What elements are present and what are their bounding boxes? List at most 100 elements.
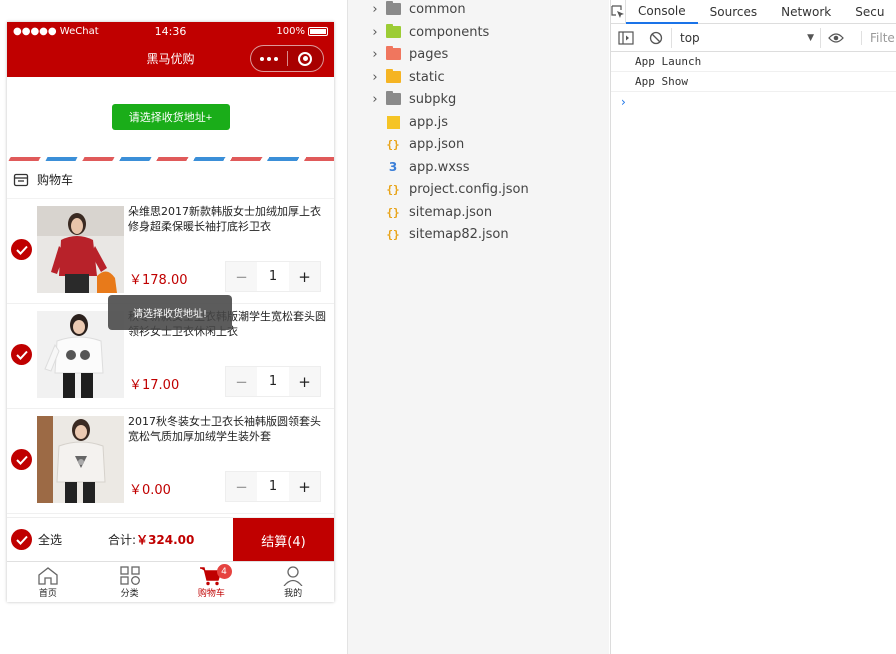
quantity-stepper: − 1 + [225, 366, 321, 397]
cart-item: 2017秋冬装女士卫衣长袖韩版圆领套头宽松气质加厚加绒学生装外套 ￥0.00 −… [7, 409, 334, 514]
tree-folder-pages[interactable]: › pages [348, 43, 448, 65]
live-expression-button[interactable] [821, 24, 851, 52]
tab-cart-label: 购物车 [197, 588, 225, 599]
choose-address-button[interactable]: 请选择收货地址+ [111, 104, 230, 130]
address-section: 请选择收货地址+ [7, 77, 334, 157]
devtools-tab-bar: Console Sources Network Secu [611, 0, 896, 24]
tree-label: app.js [409, 114, 448, 130]
chevron-right-icon: › [372, 1, 378, 17]
decrease-button[interactable]: − [226, 472, 257, 501]
product-price: ￥0.00 [129, 483, 171, 498]
decrease-button[interactable]: − [226, 367, 257, 396]
console-toolbar: top ▼ Filte [611, 24, 896, 52]
console-log-entry: App Launch [611, 52, 896, 72]
chevron-right-icon: › [372, 24, 378, 40]
check-icon [15, 455, 28, 465]
product-price: ￥17.00 [129, 378, 180, 393]
red-sweater-photo [37, 206, 124, 293]
product-thumbnail[interactable] [37, 416, 124, 503]
quantity-value[interactable]: 1 [257, 262, 289, 291]
folder-icon [384, 46, 402, 62]
cart-header: 购物车 [7, 161, 334, 199]
tree-file-project-config[interactable]: {} project.config.json [348, 178, 529, 200]
json-file-icon: {} [386, 227, 400, 241]
quantity-value[interactable]: 1 [257, 367, 289, 396]
checkout-button[interactable]: 结算(4) [233, 518, 334, 562]
increase-button[interactable]: + [289, 367, 320, 396]
tab-my[interactable]: 我的 [252, 562, 334, 602]
select-all-label[interactable]: 全选 [38, 531, 62, 548]
tab-network[interactable]: Network [769, 0, 843, 24]
tab-my-label: 我的 [284, 588, 303, 599]
quantity-stepper: − 1 + [225, 471, 321, 502]
folder-icon [384, 91, 402, 107]
home-icon [38, 566, 58, 585]
clear-console-button[interactable] [641, 24, 671, 52]
tab-console[interactable]: Console [626, 0, 698, 24]
settle-bar: 全选 合计:￥324.00 结算(4) [7, 517, 334, 562]
inspect-element-button[interactable] [611, 0, 626, 24]
product-name: 朵维思2017新款韩版女士加绒加厚上衣修身超柔保暖长袖打底衫卫衣 [128, 205, 321, 233]
tree-label: project.config.json [409, 181, 529, 197]
select-all-radio[interactable] [11, 529, 32, 550]
tree-label: app.wxss [409, 159, 470, 175]
item-select-radio[interactable] [11, 449, 32, 470]
decrease-button[interactable]: − [226, 262, 257, 291]
tab-cart[interactable]: 4 购物车 [171, 562, 253, 602]
check-icon [15, 535, 28, 545]
cart-badge: 4 [216, 564, 232, 579]
json-file-icon: {} [386, 182, 400, 196]
white-pattern-sweater-photo [37, 416, 124, 503]
increase-button[interactable]: + [289, 472, 320, 501]
total-label: 合计: [108, 533, 137, 547]
context-selector[interactable]: top ▼ [671, 27, 821, 48]
product-thumbnail[interactable] [37, 206, 124, 293]
tree-label: components [409, 24, 490, 40]
tree-file-app-js[interactable]: app.js [348, 111, 448, 133]
context-value: top [680, 30, 700, 45]
tab-sources[interactable]: Sources [698, 0, 769, 24]
quantity-value[interactable]: 1 [257, 472, 289, 501]
tree-file-app-json[interactable]: {} app.json [348, 133, 464, 155]
product-name: 2017秋冬装女士卫衣长袖韩版圆领套头宽松气质加厚加绒学生装外套 [128, 415, 321, 443]
status-time: 14:36 [154, 24, 187, 38]
folder-icon [384, 69, 402, 85]
toast-message: 请选择收货地址! [108, 295, 232, 330]
more-dots-icon [259, 56, 278, 61]
tree-file-app-wxss[interactable]: 3 app.wxss [348, 156, 470, 178]
tree-folder-common[interactable]: › common [348, 0, 466, 20]
chevron-right-icon: › [372, 46, 378, 62]
tab-home[interactable]: 首页 [7, 562, 89, 602]
css-file-icon: 3 [388, 160, 398, 174]
tree-folder-static[interactable]: › static [348, 66, 445, 88]
tab-category-label: 分类 [120, 588, 139, 599]
more-menu-button[interactable] [251, 46, 287, 71]
product-price: ￥178.00 [129, 273, 188, 288]
close-program-button[interactable] [288, 46, 324, 71]
tab-bar: 首页 分类 4 购物车 我的 [7, 561, 334, 602]
filter-input[interactable]: Filte [861, 30, 895, 45]
tree-folder-components[interactable]: › components [348, 21, 489, 43]
tree-file-sitemap[interactable]: {} sitemap.json [348, 201, 492, 223]
tree-label: sitemap.json [409, 204, 493, 220]
chevron-right-icon: › [372, 69, 378, 85]
tree-label: static [409, 69, 445, 85]
tab-category[interactable]: 分类 [89, 562, 171, 602]
item-select-radio[interactable] [11, 344, 32, 365]
user-icon [283, 565, 303, 586]
js-file-icon [384, 114, 402, 130]
tree-label: subpkg [409, 91, 457, 107]
tab-security[interactable]: Secu [843, 0, 896, 24]
page-title: 黑马优购 [146, 52, 195, 66]
total-amount: 合计:￥324.00 [108, 531, 194, 548]
increase-button[interactable]: + [289, 262, 320, 291]
toggle-sidebar-button[interactable] [611, 24, 641, 52]
tab-home-label: 首页 [38, 588, 57, 599]
tree-file-sitemap82[interactable]: {} sitemap82.json [348, 223, 508, 245]
console-prompt[interactable]: › [611, 92, 896, 112]
eye-icon [828, 32, 844, 43]
json-file-icon: {} [386, 137, 400, 151]
console-log-entry: App Show [611, 72, 896, 92]
item-select-radio[interactable] [11, 239, 32, 260]
tree-folder-subpkg[interactable]: › subpkg [348, 88, 456, 110]
